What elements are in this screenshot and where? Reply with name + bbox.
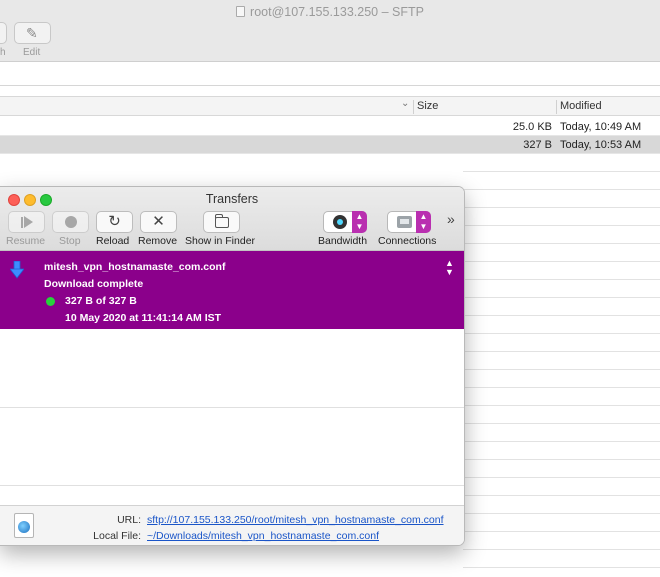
x-icon: ✕ xyxy=(152,213,165,230)
bandwidth-popup[interactable]: ▲ ▼ xyxy=(323,211,367,233)
connections-icon xyxy=(397,216,412,228)
popup-stepper-icon: ▲ ▼ xyxy=(416,211,431,233)
list-row-divider xyxy=(463,441,660,442)
transfers-window-title: Transfers xyxy=(205,192,259,206)
list-row-divider xyxy=(463,567,660,568)
local-file-label: Local File: xyxy=(93,530,141,542)
transfers-window: Transfers Resume Stop ↻ Reload ✕ Remove … xyxy=(0,186,465,546)
stop-icon xyxy=(64,216,77,228)
file-size: 327 B xyxy=(523,139,552,151)
popup-stepper-icon: ▲ ▼ xyxy=(352,211,367,233)
list-row-divider xyxy=(463,225,660,226)
partial-toolbar-button[interactable] xyxy=(0,22,7,44)
stop-button[interactable] xyxy=(52,211,89,233)
list-row-divider xyxy=(463,369,660,370)
file-list-header: ⌄ Size Modified xyxy=(0,96,660,116)
url-label: URL: xyxy=(117,514,141,526)
list-row-divider xyxy=(463,279,660,280)
list-row-divider xyxy=(463,243,660,244)
toolbar-overflow-chevron-icon[interactable]: » xyxy=(447,211,455,227)
remove-button[interactable]: ✕ xyxy=(140,211,177,233)
folder-search-icon xyxy=(214,213,229,228)
bandwidth-gauge-icon xyxy=(333,215,347,229)
transfer-progress: 327 B of 327 B xyxy=(65,295,137,307)
url-link[interactable]: sftp://107.155.133.250/root/mitesh_vpn_h… xyxy=(147,514,444,526)
sftp-window-title-text: root@107.155.133.250 – SFTP xyxy=(250,5,424,19)
show-in-finder-label: Show in Finder xyxy=(185,235,256,247)
show-in-finder-button[interactable] xyxy=(203,211,240,233)
resume-button[interactable] xyxy=(8,211,45,233)
sftp-path-bar[interactable] xyxy=(0,62,660,86)
list-row-divider xyxy=(463,549,660,550)
list-row-divider xyxy=(463,387,660,388)
list-row-divider xyxy=(463,495,660,496)
document-icon xyxy=(236,6,246,17)
column-separator[interactable] xyxy=(413,100,414,114)
list-row-divider xyxy=(463,171,660,172)
reload-icon: ↻ xyxy=(108,213,121,230)
local-file-link[interactable]: ~/Downloads/mitesh_vpn_hostnamaste_com.c… xyxy=(147,530,379,542)
transfer-row-divider xyxy=(0,407,464,408)
list-row-divider xyxy=(463,477,660,478)
edit-button[interactable]: ✎ xyxy=(14,22,51,44)
resume-icon xyxy=(20,216,23,228)
file-size: 25.0 KB xyxy=(512,121,552,133)
transfer-row-divider xyxy=(0,485,464,486)
file-modified: Today, 10:49 AM xyxy=(560,121,642,133)
list-row-divider xyxy=(463,315,660,316)
column-separator[interactable] xyxy=(556,100,557,114)
list-row-divider xyxy=(463,423,660,424)
transfers-toolbar: Transfers Resume Stop ↻ Reload ✕ Remove … xyxy=(0,187,464,251)
sftp-window-titlebar: root@107.155.133.250 – SFTP h ✎ Edit xyxy=(0,0,660,62)
transfer-details-footer: URL: sftp://107.155.133.250/root/mitesh_… xyxy=(0,505,464,545)
sort-chevron-icon[interactable]: ⌄ xyxy=(401,98,409,109)
transfer-filename: mitesh_vpn_hostnamaste_com.conf xyxy=(44,261,226,273)
file-row-selected[interactable]: 327 B Today, 10:53 AM xyxy=(0,136,660,154)
play-icon xyxy=(23,216,33,228)
file-modified: Today, 10:53 AM xyxy=(560,139,642,151)
transfer-row-selected[interactable]: mitesh_vpn_hostnamaste_com.conf Download… xyxy=(0,251,464,329)
reload-button[interactable]: ↻ xyxy=(96,211,133,233)
list-row-divider xyxy=(463,189,660,190)
expand-chevron-icon[interactable]: ▲ ▼ xyxy=(445,259,454,277)
transfer-status: Download complete xyxy=(44,278,144,290)
connections-popup[interactable]: ▲ ▼ xyxy=(387,211,431,233)
transfer-date: 10 May 2020 at 11:41:14 AM IST xyxy=(65,312,222,324)
list-row-divider xyxy=(463,405,660,406)
resume-label: Resume xyxy=(6,235,46,247)
list-row-divider xyxy=(463,351,660,352)
remove-label: Remove xyxy=(138,235,178,247)
stop-label: Stop xyxy=(59,235,81,247)
download-arrow-icon xyxy=(10,261,24,279)
column-header-modified[interactable]: Modified xyxy=(560,100,602,112)
list-row-divider xyxy=(463,531,660,532)
bandwidth-label: Bandwidth xyxy=(318,235,368,247)
connections-label: Connections xyxy=(378,235,437,247)
edit-button-label: Edit xyxy=(23,47,41,58)
list-row-divider xyxy=(463,333,660,334)
pencil-icon: ✎ xyxy=(26,25,38,41)
list-row-divider xyxy=(463,459,660,460)
partial-toolbar-label: h xyxy=(0,47,6,58)
reload-label: Reload xyxy=(96,235,130,247)
list-row-divider xyxy=(463,261,660,262)
sftp-window-title: root@107.155.133.250 – SFTP xyxy=(0,5,660,19)
file-globe-icon xyxy=(14,513,34,538)
column-header-size[interactable]: Size xyxy=(417,100,438,112)
list-row-divider xyxy=(463,207,660,208)
list-row-divider xyxy=(463,513,660,514)
file-row[interactable]: 25.0 KB Today, 10:49 AM xyxy=(0,118,660,136)
list-row-divider xyxy=(463,297,660,298)
status-dot-icon xyxy=(46,297,55,306)
